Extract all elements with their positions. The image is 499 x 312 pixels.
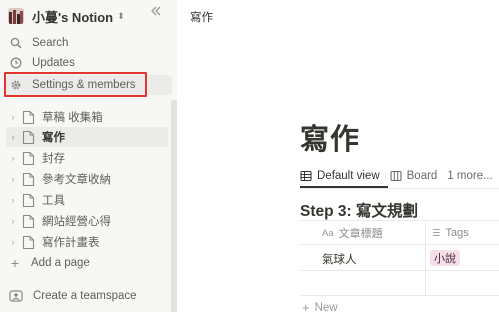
sidebar-page-label: 封存 [42, 153, 65, 165]
document-icon [22, 130, 35, 145]
tab-default-view[interactable]: Default view [300, 170, 380, 182]
page-title[interactable]: 寫作 [300, 116, 360, 158]
sidebar-item-label: Updates [32, 57, 75, 69]
table-row-divider [300, 270, 499, 271]
sidebar-page-label: 寫作 [42, 132, 65, 144]
chevron-up-down-icon: ⬍ [117, 10, 125, 21]
sidebar-page-item[interactable]: › 參考文章收納 [6, 169, 168, 189]
sidebar-scrollbar[interactable] [171, 100, 177, 312]
teamspace-icon [9, 289, 23, 303]
search-icon [9, 36, 23, 50]
chevron-right-icon[interactable]: › [8, 237, 18, 247]
sidebar: 小蔓's Notion ⬍ Search Updates Settings & … [0, 0, 177, 312]
sidebar-item-label: Search [32, 37, 69, 49]
column-header-tags[interactable]: ☰ Tags [432, 225, 469, 241]
table-row-divider [300, 295, 499, 296]
table-row-divider [300, 244, 499, 245]
chevron-right-icon[interactable]: › [8, 216, 18, 226]
new-row-label: New [314, 301, 338, 312]
tab-label: Default view [317, 170, 380, 182]
plus-icon: + [302, 300, 310, 312]
plus-icon: + [10, 255, 20, 271]
document-icon [22, 110, 35, 125]
sidebar-item-search[interactable]: Search [6, 33, 172, 53]
create-teamspace-button[interactable]: Create a teamspace [6, 286, 168, 306]
sidebar-page-label: 網站經營心得 [42, 216, 111, 228]
new-row-button[interactable]: + New [302, 300, 338, 312]
chevron-right-icon[interactable]: › [8, 153, 18, 163]
sidebar-page-label: 參考文章收納 [42, 174, 111, 186]
document-icon [22, 172, 35, 187]
table-icon [300, 170, 312, 182]
sidebar-page-item-selected[interactable]: › 寫作 [6, 127, 168, 147]
sidebar-page-label: 草稿 收集箱 [42, 112, 103, 124]
tab-more-views[interactable]: 1 more... [447, 170, 492, 182]
sidebar-page-item[interactable]: › 網站經營心得 [6, 211, 168, 231]
chevron-right-icon[interactable]: › [8, 112, 18, 122]
clock-icon [9, 56, 23, 70]
add-page-label: Add a page [31, 257, 90, 269]
tab-label: Board [406, 170, 438, 182]
sidebar-page-item[interactable]: › 工具 [6, 190, 168, 210]
tab-board[interactable]: Board [390, 170, 438, 182]
workspace-avatar [8, 8, 24, 24]
sidebar-page-label: 工具 [42, 195, 65, 207]
sidebar-item-updates[interactable]: Updates [6, 53, 172, 73]
chevron-right-icon[interactable]: › [8, 174, 18, 184]
sidebar-page-label: 寫作計畫表 [42, 237, 100, 249]
document-icon [22, 193, 35, 208]
database-title[interactable]: Step 3: 寫文規劃 [300, 199, 418, 221]
document-icon [22, 151, 35, 166]
sidebar-page-item[interactable]: › 封存 [6, 148, 168, 168]
add-page-button[interactable]: + Add a page [6, 253, 168, 273]
document-icon [22, 235, 35, 250]
highlight-annotation-box [4, 72, 147, 97]
column-separator [425, 221, 426, 295]
tag-badge[interactable]: 小說 [430, 250, 460, 266]
row-title-cell[interactable]: 氣球人 [322, 251, 357, 267]
board-icon [390, 170, 402, 182]
column-header-label: 文章標題 [338, 228, 383, 240]
create-teamspace-label: Create a teamspace [33, 290, 137, 302]
workspace-switcher[interactable]: 小蔓's Notion ⬍ [8, 5, 170, 27]
breadcrumb[interactable]: 寫作 [190, 9, 213, 25]
table-header-divider [300, 220, 499, 221]
column-header-label: Tags [445, 227, 469, 239]
tab-label: 1 more... [447, 170, 493, 182]
tabs-divider [300, 188, 499, 189]
chevron-right-icon[interactable]: › [8, 132, 18, 142]
sidebar-page-item[interactable]: › 寫作計畫表 [6, 232, 168, 252]
chevron-right-icon[interactable]: › [8, 195, 18, 205]
sidebar-page-item[interactable]: › 草稿 收集箱 [6, 107, 168, 127]
list-property-icon: ☰ [432, 227, 441, 239]
text-property-icon: Aa [322, 227, 334, 239]
workspace-name: 小蔓's Notion [32, 9, 114, 25]
view-tabs: Default view Board 1 more... [300, 165, 499, 187]
collapse-sidebar-icon[interactable] [149, 4, 163, 18]
column-header-title[interactable]: Aa 文章標題 [322, 225, 383, 241]
document-icon [22, 214, 35, 229]
